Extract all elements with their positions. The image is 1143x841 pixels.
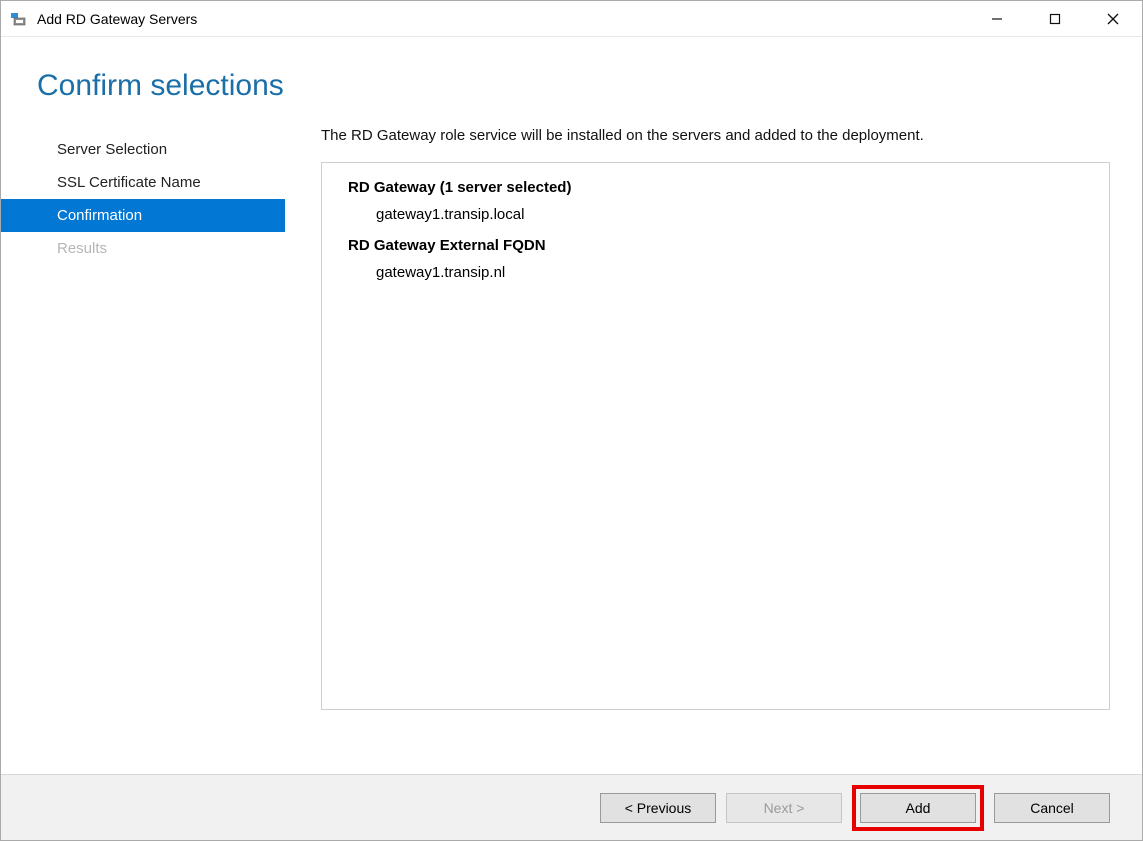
nav-item-ssl-certificate-name[interactable]: SSL Certificate Name — [1, 166, 285, 199]
group-title-rd-gateway: RD Gateway (1 server selected) — [348, 179, 1083, 196]
group-title-external-fqdn: RD Gateway External FQDN — [348, 237, 1083, 254]
titlebar: Add RD Gateway Servers — [1, 1, 1142, 37]
next-button: Next > — [726, 793, 842, 823]
main-content: The RD Gateway role service will be inst… — [285, 127, 1110, 774]
nav-item-confirmation[interactable]: Confirmation — [1, 199, 285, 232]
window-title: Add RD Gateway Servers — [37, 11, 968, 27]
page-body: Confirm selections Server Selection SSL … — [1, 37, 1142, 774]
close-button[interactable] — [1084, 1, 1142, 36]
minimize-button[interactable] — [968, 1, 1026, 36]
server-name: gateway1.transip.local — [348, 206, 1083, 223]
wizard-nav: Server Selection SSL Certificate Name Co… — [1, 127, 285, 774]
page-title: Confirm selections — [1, 37, 1142, 127]
confirmation-panel: RD Gateway (1 server selected) gateway1.… — [321, 162, 1110, 710]
footer-button-bar: < Previous Next > Add Cancel — [1, 774, 1142, 840]
window-controls — [968, 1, 1142, 36]
app-icon — [11, 10, 29, 28]
external-fqdn-value: gateway1.transip.nl — [348, 264, 1083, 281]
add-button-highlight: Add — [852, 785, 984, 831]
info-text: The RD Gateway role service will be inst… — [321, 127, 1110, 144]
content-row: Server Selection SSL Certificate Name Co… — [1, 127, 1142, 774]
cancel-button[interactable]: Cancel — [994, 793, 1110, 823]
previous-button[interactable]: < Previous — [600, 793, 716, 823]
nav-item-server-selection[interactable]: Server Selection — [1, 133, 285, 166]
maximize-button[interactable] — [1026, 1, 1084, 36]
nav-item-results: Results — [1, 232, 285, 265]
add-button[interactable]: Add — [860, 793, 976, 823]
